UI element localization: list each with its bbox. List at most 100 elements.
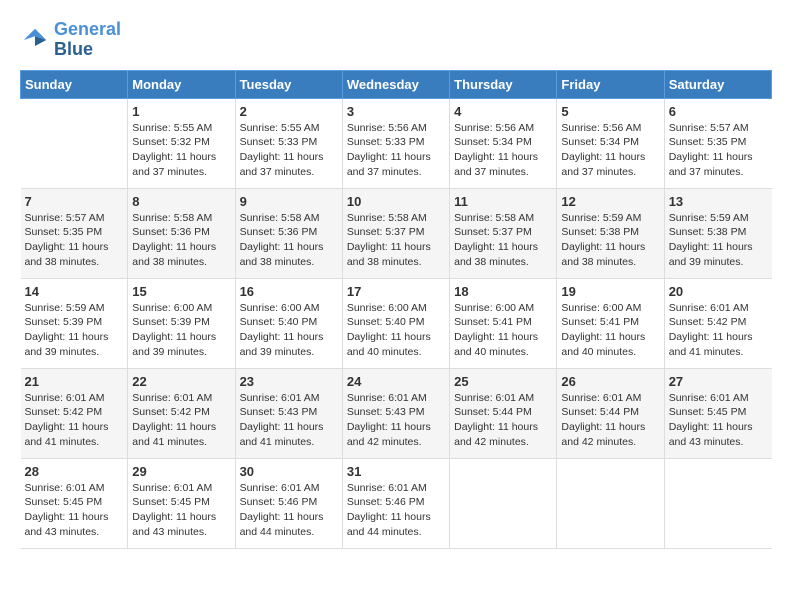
calendar-cell: [664, 458, 771, 548]
day-info: Sunrise: 5:59 AMSunset: 5:38 PMDaylight:…: [669, 211, 768, 270]
calendar-week-row: 14 Sunrise: 5:59 AMSunset: 5:39 PMDayligh…: [21, 278, 772, 368]
calendar-cell: [21, 98, 128, 188]
day-info: Sunrise: 5:56 AMSunset: 5:34 PMDaylight:…: [454, 121, 552, 180]
calendar-header-row: SundayMondayTuesdayWednesdayThursdayFrid…: [21, 70, 772, 98]
day-number: 20: [669, 284, 768, 299]
header-wednesday: Wednesday: [342, 70, 449, 98]
day-number: 16: [240, 284, 338, 299]
day-number: 4: [454, 104, 552, 119]
calendar-table: SundayMondayTuesdayWednesdayThursdayFrid…: [20, 70, 772, 549]
day-info: Sunrise: 5:58 AMSunset: 5:37 PMDaylight:…: [347, 211, 445, 270]
header-monday: Monday: [128, 70, 235, 98]
header-tuesday: Tuesday: [235, 70, 342, 98]
calendar-cell: 21 Sunrise: 6:01 AMSunset: 5:42 PMDayligh…: [21, 368, 128, 458]
calendar-cell: 6 Sunrise: 5:57 AMSunset: 5:35 PMDaylight…: [664, 98, 771, 188]
calendar-cell: 3 Sunrise: 5:56 AMSunset: 5:33 PMDaylight…: [342, 98, 449, 188]
calendar-cell: 28 Sunrise: 6:01 AMSunset: 5:45 PMDayligh…: [21, 458, 128, 548]
day-info: Sunrise: 5:58 AMSunset: 5:36 PMDaylight:…: [132, 211, 230, 270]
calendar-cell: 23 Sunrise: 6:01 AMSunset: 5:43 PMDayligh…: [235, 368, 342, 458]
day-number: 21: [25, 374, 124, 389]
day-number: 17: [347, 284, 445, 299]
calendar-cell: 18 Sunrise: 6:00 AMSunset: 5:41 PMDayligh…: [450, 278, 557, 368]
day-info: Sunrise: 6:01 AMSunset: 5:46 PMDaylight:…: [240, 481, 338, 540]
day-number: 1: [132, 104, 230, 119]
calendar-cell: 7Sunrise: 5:57 AMSunset: 5:35 PMDaylight…: [21, 188, 128, 278]
calendar-cell: 13 Sunrise: 5:59 AMSunset: 5:38 PMDayligh…: [664, 188, 771, 278]
day-number: 2: [240, 104, 338, 119]
calendar-cell: 9Sunrise: 5:58 AMSunset: 5:36 PMDaylight…: [235, 188, 342, 278]
day-info: Sunrise: 6:01 AMSunset: 5:45 PMDaylight:…: [25, 481, 124, 540]
day-info: Sunrise: 5:58 AMSunset: 5:37 PMDaylight:…: [454, 211, 552, 270]
day-number: 13: [669, 194, 768, 209]
header-thursday: Thursday: [450, 70, 557, 98]
page-header: GeneralBlue: [20, 20, 772, 60]
logo-icon: [20, 25, 50, 55]
day-number: 11: [454, 194, 552, 209]
calendar-cell: 11 Sunrise: 5:58 AMSunset: 5:37 PMDayligh…: [450, 188, 557, 278]
calendar-cell: 1 Sunrise: 5:55 AMSunset: 5:32 PMDaylight…: [128, 98, 235, 188]
calendar-cell: 20 Sunrise: 6:01 AMSunset: 5:42 PMDayligh…: [664, 278, 771, 368]
day-number: 31: [347, 464, 445, 479]
calendar-cell: 25Sunrise: 6:01 AMSunset: 5:44 PMDayligh…: [450, 368, 557, 458]
day-info: Sunrise: 5:56 AMSunset: 5:33 PMDaylight:…: [347, 121, 445, 180]
day-info: Sunrise: 6:01 AMSunset: 5:42 PMDaylight:…: [132, 391, 230, 450]
day-number: 22: [132, 374, 230, 389]
day-info: Sunrise: 5:55 AMSunset: 5:33 PMDaylight:…: [240, 121, 338, 180]
day-number: 18: [454, 284, 552, 299]
day-number: 24: [347, 374, 445, 389]
header-friday: Friday: [557, 70, 664, 98]
day-info: Sunrise: 6:00 AMSunset: 5:40 PMDaylight:…: [347, 301, 445, 360]
calendar-cell: 24 Sunrise: 6:01 AMSunset: 5:43 PMDayligh…: [342, 368, 449, 458]
day-info: Sunrise: 5:57 AMSunset: 5:35 PMDaylight:…: [25, 211, 124, 270]
day-number: 26: [561, 374, 659, 389]
calendar-cell: 26 Sunrise: 6:01 AMSunset: 5:44 PMDayligh…: [557, 368, 664, 458]
calendar-cell: 19Sunrise: 6:00 AMSunset: 5:41 PMDayligh…: [557, 278, 664, 368]
calendar-week-row: 21 Sunrise: 6:01 AMSunset: 5:42 PMDayligh…: [21, 368, 772, 458]
calendar-cell: 27Sunrise: 6:01 AMSunset: 5:45 PMDayligh…: [664, 368, 771, 458]
day-info: Sunrise: 5:59 AMSunset: 5:39 PMDaylight:…: [25, 301, 124, 360]
day-number: 14: [25, 284, 124, 299]
calendar-cell: [450, 458, 557, 548]
day-info: Sunrise: 6:01 AMSunset: 5:43 PMDaylight:…: [347, 391, 445, 450]
day-info: Sunrise: 6:01 AMSunset: 5:42 PMDaylight:…: [669, 301, 768, 360]
calendar-week-row: 28 Sunrise: 6:01 AMSunset: 5:45 PMDayligh…: [21, 458, 772, 548]
calendar-cell: 14 Sunrise: 5:59 AMSunset: 5:39 PMDayligh…: [21, 278, 128, 368]
day-info: Sunrise: 5:55 AMSunset: 5:32 PMDaylight:…: [132, 121, 230, 180]
day-number: 25: [454, 374, 552, 389]
header-saturday: Saturday: [664, 70, 771, 98]
header-sunday: Sunday: [21, 70, 128, 98]
day-number: 8: [132, 194, 230, 209]
day-number: 23: [240, 374, 338, 389]
calendar-cell: 15 Sunrise: 6:00 AMSunset: 5:39 PMDayligh…: [128, 278, 235, 368]
calendar-cell: 31 Sunrise: 6:01 AMSunset: 5:46 PMDayligh…: [342, 458, 449, 548]
calendar-cell: 30Sunrise: 6:01 AMSunset: 5:46 PMDayligh…: [235, 458, 342, 548]
day-info: Sunrise: 5:58 AMSunset: 5:36 PMDaylight:…: [240, 211, 338, 270]
day-info: Sunrise: 5:59 AMSunset: 5:38 PMDaylight:…: [561, 211, 659, 270]
day-info: Sunrise: 6:00 AMSunset: 5:40 PMDaylight:…: [240, 301, 338, 360]
day-info: Sunrise: 6:00 AMSunset: 5:39 PMDaylight:…: [132, 301, 230, 360]
logo: GeneralBlue: [20, 20, 121, 60]
day-info: Sunrise: 6:01 AMSunset: 5:43 PMDaylight:…: [240, 391, 338, 450]
day-number: 10: [347, 194, 445, 209]
day-info: Sunrise: 6:01 AMSunset: 5:42 PMDaylight:…: [25, 391, 124, 450]
calendar-cell: 17 Sunrise: 6:00 AMSunset: 5:40 PMDayligh…: [342, 278, 449, 368]
day-number: 28: [25, 464, 124, 479]
calendar-cell: 16 Sunrise: 6:00 AMSunset: 5:40 PMDayligh…: [235, 278, 342, 368]
day-info: Sunrise: 5:57 AMSunset: 5:35 PMDaylight:…: [669, 121, 768, 180]
day-number: 12: [561, 194, 659, 209]
logo-text: GeneralBlue: [54, 20, 121, 60]
day-number: 15: [132, 284, 230, 299]
day-info: Sunrise: 6:00 AMSunset: 5:41 PMDaylight:…: [454, 301, 552, 360]
calendar-cell: 5 Sunrise: 5:56 AMSunset: 5:34 PMDaylight…: [557, 98, 664, 188]
calendar-cell: 12 Sunrise: 5:59 AMSunset: 5:38 PMDayligh…: [557, 188, 664, 278]
calendar-cell: 2 Sunrise: 5:55 AMSunset: 5:33 PMDaylight…: [235, 98, 342, 188]
day-number: 6: [669, 104, 768, 119]
calendar-week-row: 1 Sunrise: 5:55 AMSunset: 5:32 PMDaylight…: [21, 98, 772, 188]
day-info: Sunrise: 5:56 AMSunset: 5:34 PMDaylight:…: [561, 121, 659, 180]
day-number: 19: [561, 284, 659, 299]
day-info: Sunrise: 6:01 AMSunset: 5:46 PMDaylight:…: [347, 481, 445, 540]
day-number: 3: [347, 104, 445, 119]
calendar-cell: 22 Sunrise: 6:01 AMSunset: 5:42 PMDayligh…: [128, 368, 235, 458]
day-number: 5: [561, 104, 659, 119]
day-info: Sunrise: 6:01 AMSunset: 5:44 PMDaylight:…: [561, 391, 659, 450]
